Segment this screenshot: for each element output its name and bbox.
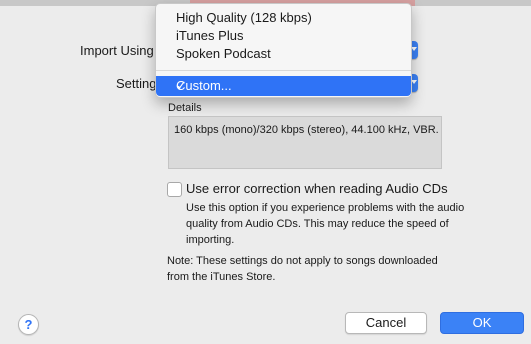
import-using-label: Import Using	[80, 43, 154, 58]
menu-item-label: High Quality (128 kbps)	[176, 10, 312, 25]
menu-item-custom[interactable]: ✓ Custom...	[156, 76, 411, 96]
menu-item-high-quality[interactable]: High Quality (128 kbps)	[156, 8, 411, 28]
details-box: 160 kbps (mono)/320 kbps (stereo), 44.10…	[168, 116, 442, 169]
details-text: 160 kbps (mono)/320 kbps (stereo), 44.10…	[174, 124, 439, 136]
menu-item-label: Spoken Podcast	[176, 46, 271, 61]
menu-separator	[156, 70, 411, 71]
setting-dropdown-menu: High Quality (128 kbps) iTunes Plus Spok…	[155, 3, 412, 98]
setting-label: Setting	[116, 76, 157, 91]
ok-button[interactable]: OK	[440, 312, 524, 334]
error-correction-checkbox[interactable]	[167, 182, 182, 197]
menu-item-itunes-plus[interactable]: iTunes Plus	[156, 26, 411, 46]
details-label: Details	[168, 102, 202, 114]
menu-item-label: Custom...	[176, 78, 232, 93]
error-correction-label[interactable]: Use error correction when reading Audio …	[186, 181, 448, 196]
cancel-button[interactable]: Cancel	[345, 312, 427, 334]
note-text: Note: These settings do not apply to son…	[167, 255, 438, 283]
help-button[interactable]: ?	[18, 314, 39, 335]
error-correction-help-text: Use this option if you experience proble…	[186, 202, 465, 246]
menu-item-spoken-podcast[interactable]: Spoken Podcast	[156, 44, 411, 64]
menu-item-label: iTunes Plus	[176, 28, 244, 43]
